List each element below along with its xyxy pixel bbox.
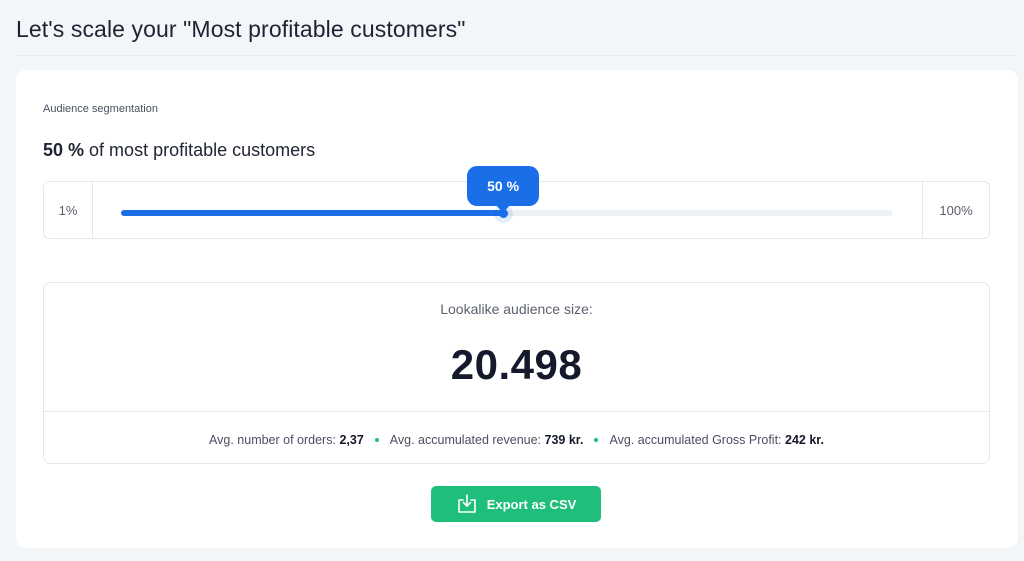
slider-max-label: 100% xyxy=(922,182,989,238)
metric-revenue: Avg. accumulated revenue: 739 kr. xyxy=(390,433,584,447)
metric-orders: Avg. number of orders: 2,37 xyxy=(209,433,364,447)
slider-track[interactable]: 50 % xyxy=(121,166,893,218)
segment-percent: 50 % xyxy=(43,140,85,160)
page-title: Let's scale your "Most profitable custom… xyxy=(16,16,466,42)
stats-divider xyxy=(44,411,989,412)
metric-label: Avg. accumulated Gross Profit: xyxy=(609,433,782,447)
audience-stats-panel: Lookalike audience size: 20.498 Avg. num… xyxy=(43,282,990,464)
segmentation-card: Audience segmentation 50 % of most profi… xyxy=(16,70,1018,548)
slider-value-tooltip: 50 % xyxy=(467,166,540,213)
segment-slider: 1% 50 % 100% xyxy=(43,166,990,239)
segment-heading-text: of most profitable customers xyxy=(89,140,316,160)
segment-heading: 50 % of most profitable customers xyxy=(43,140,315,161)
slider-fill xyxy=(121,210,504,216)
export-csv-label: Export as CSV xyxy=(486,496,577,512)
metric-value: 242 kr. xyxy=(785,433,824,447)
export-csv-button[interactable]: Export as CSV xyxy=(431,486,601,522)
slider-min-label: 1% xyxy=(44,182,93,238)
metric-label: Avg. number of orders: xyxy=(209,433,336,447)
metric-gross-profit: Avg. accumulated Gross Profit: 242 kr. xyxy=(609,433,824,447)
section-label: Audience segmentation xyxy=(43,103,158,115)
separator-dot xyxy=(594,437,599,442)
metric-value: 739 kr. xyxy=(544,433,584,447)
title-divider xyxy=(16,55,1016,56)
metric-value: 2,37 xyxy=(339,433,364,447)
audience-metrics: Avg. number of orders: 2,37 Avg. accumula… xyxy=(44,433,989,447)
download-tray-icon xyxy=(456,494,478,514)
audience-size-label: Lookalike audience size: xyxy=(440,301,593,317)
separator-dot xyxy=(374,437,379,442)
metric-label: Avg. accumulated revenue: xyxy=(389,433,542,447)
audience-size-value: 20.498 xyxy=(450,341,583,388)
